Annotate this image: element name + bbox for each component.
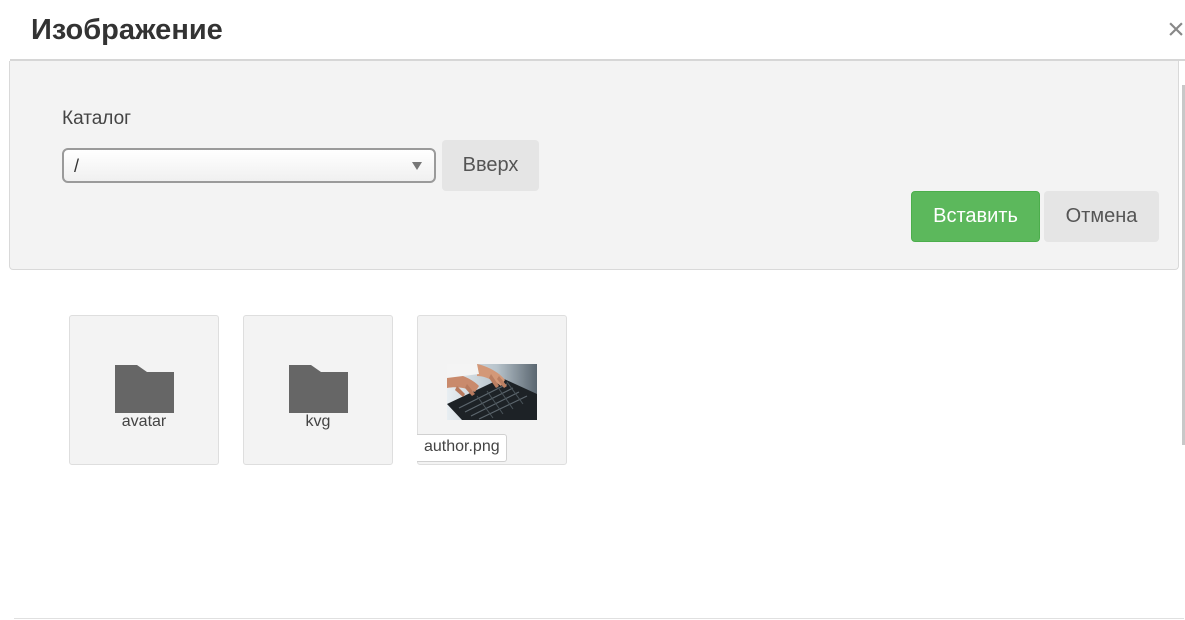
file-tile-label: kvg bbox=[305, 413, 331, 430]
close-icon[interactable]: × bbox=[1162, 14, 1185, 46]
file-tile-folder[interactable]: avatar bbox=[69, 315, 219, 465]
image-dialog: Изображение × Каталог / Вверх Вставить О… bbox=[0, 0, 1185, 620]
insert-button[interactable]: Вставить bbox=[911, 191, 1040, 242]
bottom-divider bbox=[14, 618, 1184, 619]
dialog-title: Изображение bbox=[31, 14, 223, 46]
up-button[interactable]: Вверх bbox=[442, 140, 539, 191]
file-name-label: author.png bbox=[417, 434, 507, 462]
file-tile-image[interactable]: author.png bbox=[417, 315, 567, 465]
file-tile-folder[interactable]: kvg bbox=[243, 315, 393, 465]
file-tile-label: avatar bbox=[121, 413, 167, 430]
catalog-select[interactable]: / bbox=[62, 148, 436, 183]
folder-icon bbox=[289, 365, 348, 413]
cancel-button[interactable]: Отмена bbox=[1044, 191, 1159, 242]
dropdown-arrow-icon bbox=[412, 162, 422, 170]
toolbar-panel: Каталог / Вверх Вставить Отмена bbox=[9, 61, 1179, 270]
folder-icon bbox=[115, 365, 174, 413]
catalog-select-value: / bbox=[74, 156, 80, 176]
catalog-label: Каталог bbox=[62, 108, 132, 129]
keyboard-photo-thumbnail bbox=[447, 364, 537, 420]
